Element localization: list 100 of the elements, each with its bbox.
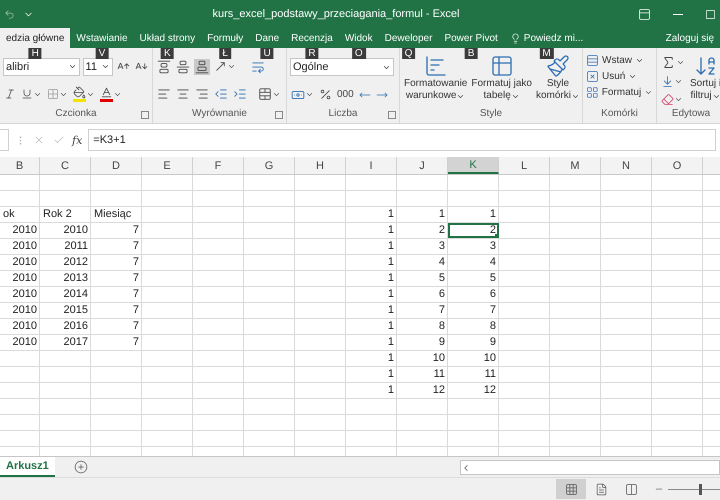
ribbon-tab[interactable]: Recenzja bbox=[285, 28, 339, 48]
column-header[interactable]: G bbox=[244, 157, 295, 174]
table-cell[interactable]: 2010 bbox=[0, 319, 40, 334]
align-top-button[interactable] bbox=[156, 58, 172, 75]
table-cell[interactable]: 1 bbox=[346, 287, 397, 302]
align-middle-button[interactable] bbox=[175, 58, 191, 75]
underline-button[interactable] bbox=[20, 87, 43, 102]
table-cell[interactable]: 2010 bbox=[0, 239, 40, 254]
table-cell[interactable]: 5 bbox=[448, 271, 499, 286]
dialog-launcher-icon[interactable] bbox=[275, 111, 283, 119]
table-cell[interactable]: 7 bbox=[91, 319, 142, 334]
cells-button[interactable]: Usuń bbox=[586, 70, 653, 83]
table-cell[interactable]: 1 bbox=[397, 207, 448, 222]
table-cell[interactable]: 1 bbox=[346, 303, 397, 318]
table-cell[interactable]: 12 bbox=[397, 383, 448, 398]
table-cell[interactable]: 1 bbox=[346, 335, 397, 350]
table-cell[interactable]: 2016 bbox=[40, 319, 91, 334]
column-header[interactable]: O bbox=[652, 157, 703, 174]
table-cell[interactable]: 12 bbox=[448, 383, 499, 398]
table-cell[interactable]: 9 bbox=[397, 335, 448, 350]
table-cell[interactable]: 4 bbox=[448, 255, 499, 270]
table-cell[interactable]: 2010 bbox=[0, 335, 40, 350]
table-cell[interactable]: 1 bbox=[346, 367, 397, 382]
table-cell[interactable]: 9 bbox=[448, 335, 499, 350]
cells-button[interactable]: Wstaw bbox=[586, 54, 653, 67]
normal-view-button[interactable] bbox=[556, 479, 586, 499]
table-cell[interactable]: 2010 bbox=[0, 303, 40, 318]
ribbon-tab[interactable]: Widok bbox=[338, 28, 379, 48]
table-cell[interactable]: 8 bbox=[448, 319, 499, 334]
table-cell[interactable]: 7 bbox=[448, 303, 499, 318]
column-header[interactable]: E bbox=[142, 157, 193, 174]
table-cell[interactable]: 8 bbox=[397, 319, 448, 334]
italic-button[interactable] bbox=[3, 87, 17, 102]
table-cell[interactable]: 1 bbox=[346, 383, 397, 398]
ribbon-tab[interactable]: Deweloper bbox=[378, 28, 438, 48]
table-cell[interactable]: 2010 bbox=[0, 223, 40, 238]
ribbon-tab[interactable]: Dane bbox=[249, 28, 286, 48]
table-cell[interactable]: 2 bbox=[397, 223, 448, 238]
table-cell[interactable]: Miesiąc bbox=[91, 207, 142, 222]
table-cell[interactable]: 10 bbox=[448, 351, 499, 366]
table-cell[interactable]: 6 bbox=[397, 287, 448, 302]
table-cell[interactable]: 7 bbox=[91, 335, 142, 350]
column-header[interactable]: C bbox=[40, 157, 91, 174]
formula-field[interactable]: =K3+1 bbox=[88, 129, 716, 151]
column-header[interactable]: N bbox=[601, 157, 652, 174]
table-cell[interactable]: 1 bbox=[346, 319, 397, 334]
table-cell[interactable]: 1 bbox=[346, 351, 397, 366]
sheet-tab[interactable]: Arkusz1 bbox=[0, 457, 55, 477]
table-cell[interactable]: 7 bbox=[91, 223, 142, 238]
table-cell[interactable]: 1 bbox=[346, 239, 397, 254]
table-cell[interactable]: 7 bbox=[91, 255, 142, 270]
column-header[interactable]: F bbox=[193, 157, 244, 174]
tell-me-field[interactable]: Powiedz mi... bbox=[504, 28, 590, 48]
cells-button[interactable]: Formatuj bbox=[586, 86, 653, 99]
table-cell[interactable]: 2010 bbox=[40, 223, 91, 238]
column-header[interactable]: M bbox=[550, 157, 601, 174]
table-cell[interactable]: 1 bbox=[346, 207, 397, 222]
insert-function-button[interactable]: fx bbox=[72, 134, 82, 146]
table-cell[interactable]: 1 bbox=[346, 271, 397, 286]
ribbon-tab[interactable]: Formuły bbox=[201, 28, 250, 48]
ribbon-tab[interactable]: Power Pivot bbox=[438, 28, 504, 48]
table-cell[interactable]: 7 bbox=[91, 287, 142, 302]
table-cell[interactable]: 1 bbox=[346, 223, 397, 238]
table-cell[interactable]: 4 bbox=[397, 255, 448, 270]
table-cell[interactable]: 3 bbox=[448, 239, 499, 254]
table-cell[interactable]: 5 bbox=[397, 271, 448, 286]
fill-color-button[interactable] bbox=[72, 85, 96, 104]
ribbon-tab[interactable]: Wstawianie bbox=[70, 28, 134, 48]
table-cell[interactable]: 2014 bbox=[40, 287, 91, 302]
column-header[interactable]: B bbox=[0, 157, 40, 174]
table-cell[interactable]: 2 bbox=[448, 223, 499, 238]
column-header[interactable]: H bbox=[295, 157, 346, 174]
column-header[interactable]: L bbox=[499, 157, 550, 174]
ribbon-tab[interactable]: edzia główne bbox=[0, 28, 70, 48]
table-cell[interactable]: 11 bbox=[397, 367, 448, 382]
table-cell[interactable]: 2012 bbox=[40, 255, 91, 270]
ribbon-tab[interactable]: Układ strony bbox=[134, 28, 202, 48]
table-cell[interactable]: Rok 2 bbox=[40, 207, 91, 222]
dialog-launcher-icon[interactable] bbox=[141, 111, 149, 119]
font-color-button[interactable] bbox=[99, 85, 123, 104]
table-cell[interactable]: 2015 bbox=[40, 303, 91, 318]
column-header[interactable]: K bbox=[448, 157, 499, 174]
table-cell[interactable]: 2010 bbox=[0, 287, 40, 302]
table-cell[interactable]: 7 bbox=[91, 239, 142, 254]
table-cell[interactable]: 10 bbox=[397, 351, 448, 366]
table-cell[interactable]: 1 bbox=[346, 255, 397, 270]
table-cell[interactable]: 11 bbox=[448, 367, 499, 382]
table-cell[interactable]: 3 bbox=[397, 239, 448, 254]
horizontal-scrollbar[interactable] bbox=[460, 460, 720, 475]
table-cell[interactable]: 2010 bbox=[0, 271, 40, 286]
sign-in-link[interactable]: Zaloguj się bbox=[660, 28, 720, 48]
font-name-field[interactable]: alibri bbox=[3, 58, 80, 76]
table-cell[interactable]: ok bbox=[0, 207, 40, 222]
dialog-launcher-icon[interactable] bbox=[388, 111, 396, 119]
table-cell[interactable]: 2011 bbox=[40, 239, 91, 254]
table-cell[interactable]: 6 bbox=[448, 287, 499, 302]
table-cell[interactable]: 7 bbox=[91, 303, 142, 318]
column-header[interactable]: D bbox=[91, 157, 142, 174]
table-cell[interactable]: 2010 bbox=[0, 255, 40, 270]
table-cell[interactable]: 1 bbox=[448, 207, 499, 222]
